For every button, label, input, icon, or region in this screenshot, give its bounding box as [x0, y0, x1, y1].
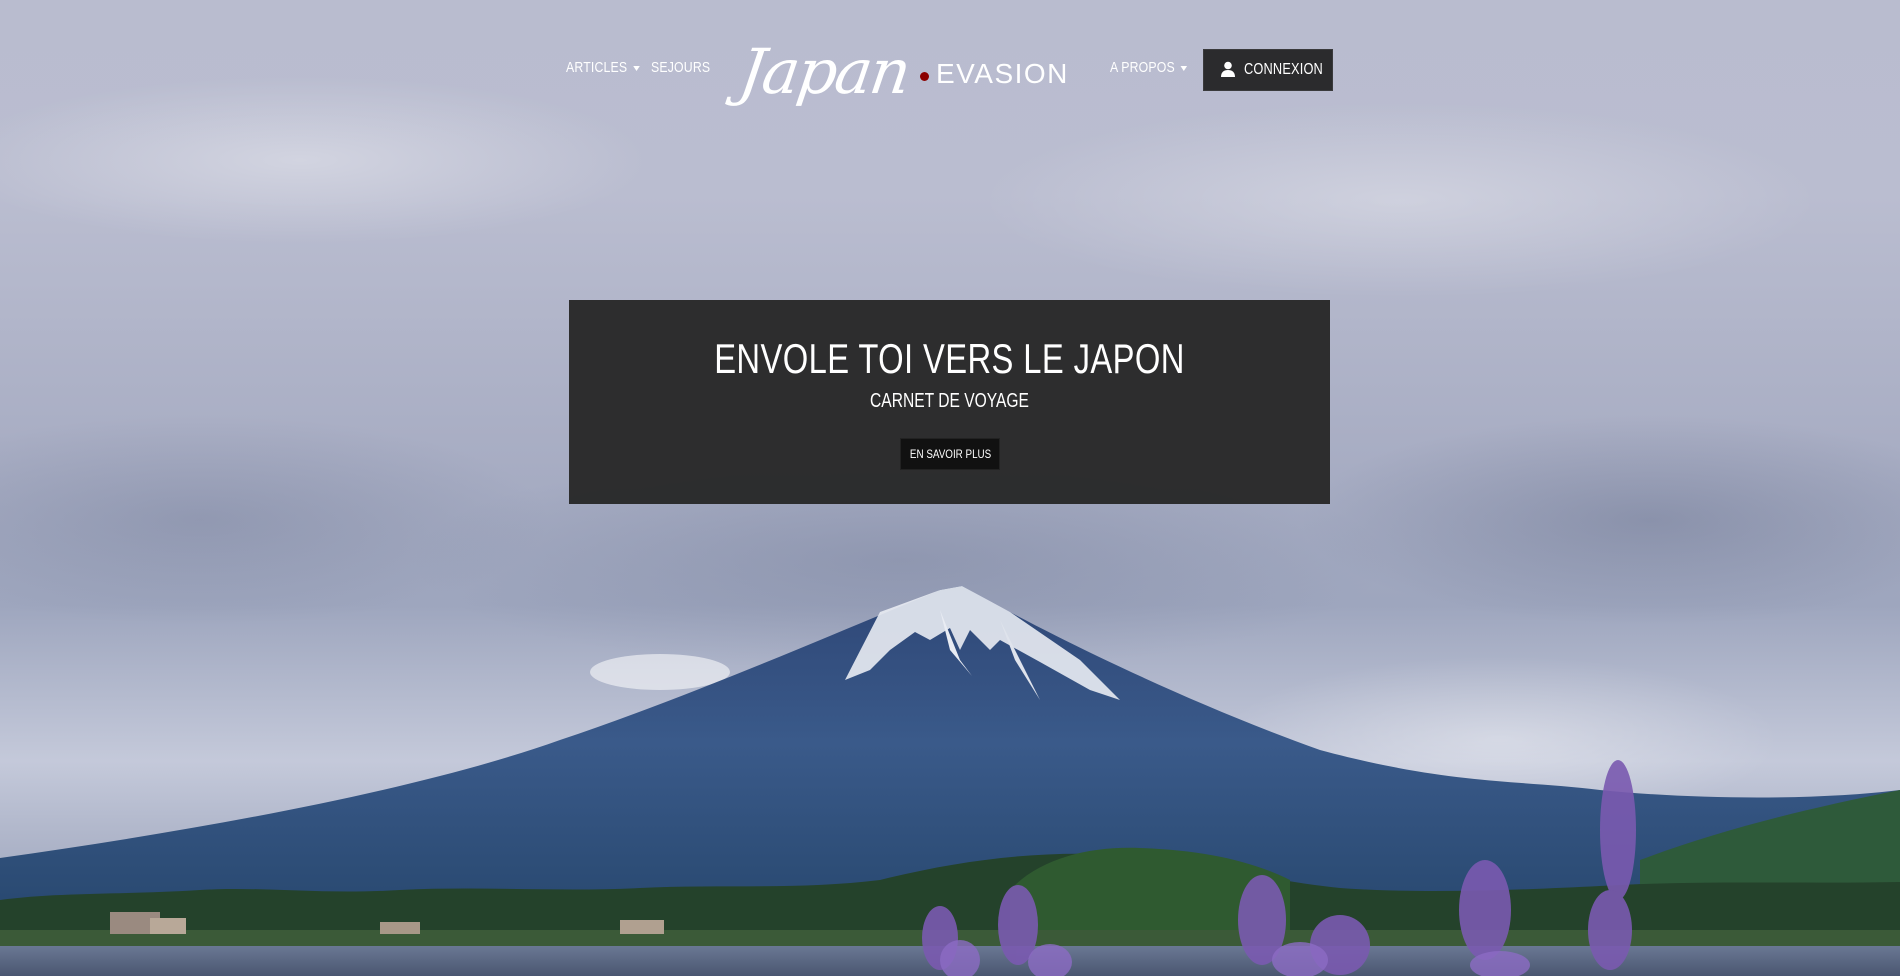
- nav-sejours-link[interactable]: SEJOURS: [651, 59, 710, 76]
- hero-subtitle: CARNET DE VOYAGE: [870, 390, 1029, 412]
- nav-apropos-label: A PROPOS: [1110, 59, 1175, 76]
- chevron-down-icon: [1180, 65, 1188, 71]
- chevron-down-icon: [632, 65, 640, 71]
- logo-dot-icon: [920, 72, 929, 81]
- login-label: CONNEXION: [1244, 61, 1323, 78]
- nav-articles-label: ARTICLES: [566, 59, 628, 76]
- nav-sejours-label: SEJOURS: [651, 59, 711, 76]
- learn-more-label: EN SAVOIR PLUS: [909, 447, 992, 461]
- learn-more-button[interactable]: EN SAVOIR PLUS: [900, 438, 1000, 470]
- top-navigation: ARTICLES SEJOURS Japan EVASION A PROPOS …: [0, 35, 1900, 108]
- hero-title: ENVOLE TOI VERS LE JAPON: [714, 335, 1185, 382]
- site-logo[interactable]: Japan EVASION: [735, 32, 1080, 112]
- hero-banner: ENVOLE TOI VERS LE JAPON CARNET DE VOYAG…: [569, 300, 1330, 504]
- nav-articles-dropdown[interactable]: ARTICLES: [566, 59, 640, 76]
- hero-section: ARTICLES SEJOURS Japan EVASION A PROPOS …: [0, 0, 1900, 976]
- user-icon: [1221, 61, 1235, 77]
- nav-apropos-dropdown[interactable]: A PROPOS: [1110, 59, 1188, 76]
- login-button[interactable]: CONNEXION: [1203, 49, 1333, 91]
- logo-script-text: Japan: [734, 35, 914, 108]
- logo-word-text: EVASION: [936, 58, 1069, 89]
